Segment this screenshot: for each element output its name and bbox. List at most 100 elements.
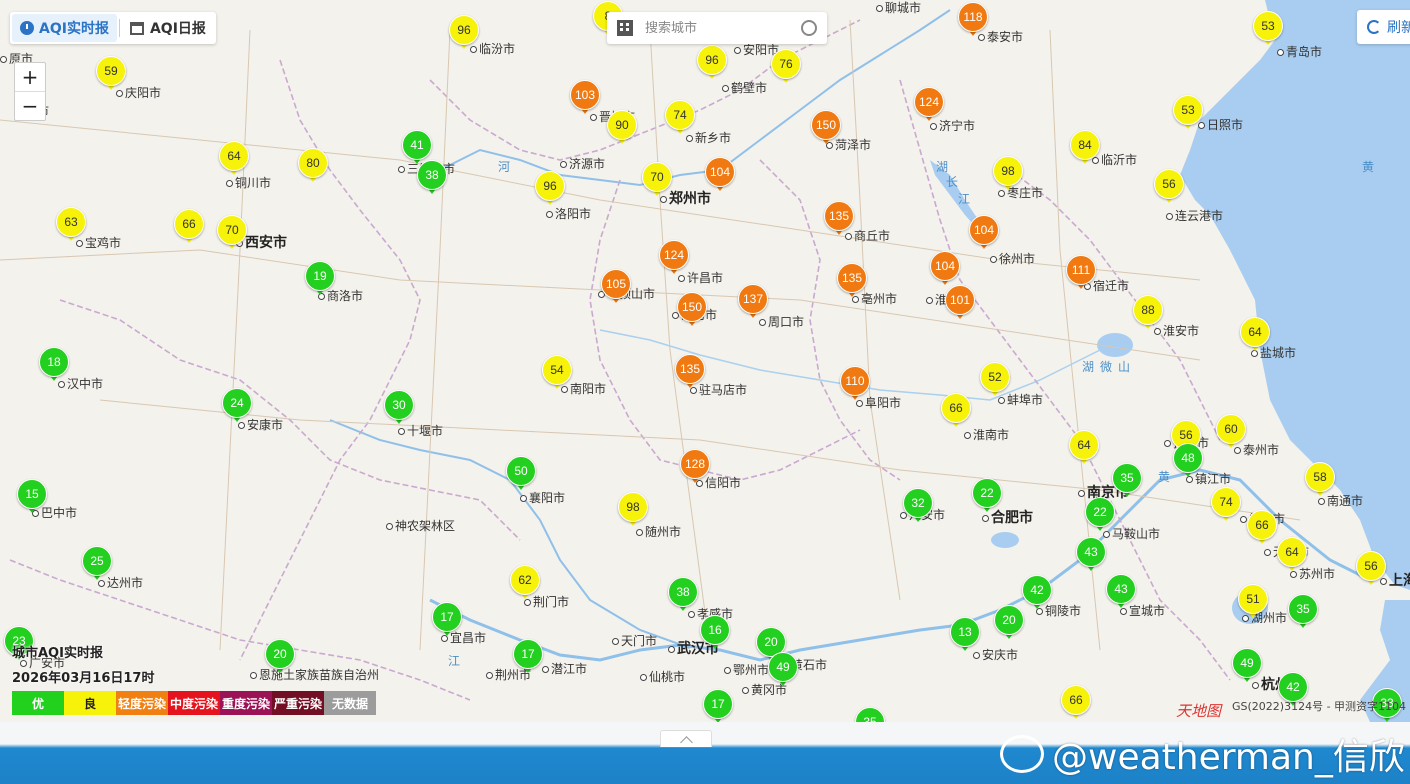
aqi-marker[interactable]: 135 xyxy=(675,354,705,392)
zoom-out-button[interactable]: − xyxy=(15,91,45,120)
aqi-marker[interactable]: 50 xyxy=(506,456,536,494)
aqi-value: 51 xyxy=(1238,584,1268,614)
water-label: 山 xyxy=(1118,360,1131,374)
aqi-marker[interactable]: 17 xyxy=(703,689,733,722)
aqi-marker[interactable]: 20 xyxy=(994,605,1024,643)
aqi-marker[interactable]: 17 xyxy=(432,602,462,640)
tab-aqi-daily[interactable]: AQI日报 xyxy=(122,14,214,42)
aqi-marker[interactable]: 30 xyxy=(384,390,414,428)
aqi-value: 90 xyxy=(607,110,637,140)
aqi-marker[interactable]: 124 xyxy=(659,240,689,278)
aqi-marker[interactable]: 105 xyxy=(601,269,631,307)
aqi-marker[interactable]: 60 xyxy=(1216,414,1246,452)
aqi-marker[interactable]: 63 xyxy=(56,207,86,245)
aqi-marker[interactable]: 38 xyxy=(417,160,447,198)
aqi-marker[interactable]: 66 xyxy=(174,209,204,247)
aqi-marker[interactable]: 64 xyxy=(1069,430,1099,468)
zoom-in-button[interactable]: + xyxy=(15,63,45,91)
aqi-marker[interactable]: 64 xyxy=(219,141,249,179)
aqi-marker[interactable]: 104 xyxy=(930,251,960,289)
aqi-marker[interactable]: 90 xyxy=(607,110,637,148)
aqi-marker[interactable]: 56 xyxy=(1154,169,1184,207)
search-icon[interactable] xyxy=(801,20,817,36)
aqi-marker[interactable]: 96 xyxy=(697,45,727,83)
aqi-marker[interactable]: 96 xyxy=(535,171,565,209)
aqi-marker[interactable]: 101 xyxy=(945,285,975,323)
aqi-marker[interactable]: 25 xyxy=(82,546,112,584)
aqi-marker[interactable]: 24 xyxy=(222,388,252,426)
aqi-marker[interactable]: 49 xyxy=(768,652,798,690)
aqi-marker[interactable]: 17 xyxy=(513,639,543,677)
collapse-panel-button[interactable] xyxy=(660,730,712,749)
aqi-marker[interactable]: 74 xyxy=(1211,487,1241,525)
city-dot-icon xyxy=(636,529,643,536)
aqi-marker[interactable]: 38 xyxy=(668,577,698,615)
aqi-marker[interactable]: 110 xyxy=(840,366,870,404)
aqi-marker[interactable]: 43 xyxy=(1106,574,1136,612)
aqi-value: 103 xyxy=(570,80,600,110)
aqi-marker[interactable]: 135 xyxy=(837,263,867,301)
aqi-marker[interactable]: 150 xyxy=(677,292,707,330)
aqi-marker[interactable]: 54 xyxy=(542,355,572,393)
aqi-marker[interactable]: 16 xyxy=(700,615,730,653)
aqi-marker[interactable]: 18 xyxy=(39,347,69,385)
aqi-value: 17 xyxy=(432,602,462,632)
aqi-marker[interactable]: 35 xyxy=(1112,463,1142,501)
city-name: 济宁市 xyxy=(939,119,976,133)
aqi-marker[interactable]: 22 xyxy=(972,478,1002,516)
aqi-marker[interactable]: 48 xyxy=(1173,443,1203,481)
aqi-marker[interactable]: 19 xyxy=(305,261,335,299)
search-input[interactable] xyxy=(643,19,797,37)
aqi-marker[interactable]: 53 xyxy=(1253,11,1283,49)
aqi-marker[interactable]: 56 xyxy=(1356,551,1386,589)
aqi-marker[interactable]: 104 xyxy=(969,215,999,253)
aqi-marker[interactable]: 70 xyxy=(642,162,672,200)
aqi-marker[interactable]: 13 xyxy=(950,617,980,655)
aqi-marker[interactable]: 66 xyxy=(941,393,971,431)
city-dot-icon xyxy=(486,672,493,679)
aqi-marker[interactable]: 80 xyxy=(298,148,328,186)
aqi-marker[interactable]: 58 xyxy=(1305,462,1335,500)
aqi-marker[interactable]: 84 xyxy=(1070,130,1100,168)
aqi-marker[interactable]: 20 xyxy=(265,639,295,677)
refresh-button[interactable]: 刷新 xyxy=(1357,10,1410,44)
aqi-value: 70 xyxy=(217,215,247,245)
tab-aqi-realtime[interactable]: AQI实时报 xyxy=(12,14,117,42)
aqi-marker[interactable]: 137 xyxy=(738,284,768,322)
aqi-marker[interactable]: 35 xyxy=(855,707,885,722)
aqi-marker[interactable]: 96 xyxy=(449,15,479,53)
aqi-marker[interactable]: 35 xyxy=(1288,594,1318,632)
aqi-marker[interactable]: 98 xyxy=(618,492,648,530)
aqi-marker[interactable]: 98 xyxy=(993,156,1023,194)
aqi-marker[interactable]: 150 xyxy=(811,110,841,148)
aqi-marker[interactable]: 64 xyxy=(1240,317,1270,355)
aqi-marker[interactable]: 42 xyxy=(1022,575,1052,613)
aqi-marker[interactable]: 32 xyxy=(903,488,933,526)
aqi-marker[interactable]: 124 xyxy=(914,87,944,125)
aqi-marker[interactable]: 52 xyxy=(980,362,1010,400)
aqi-marker[interactable]: 49 xyxy=(1232,648,1262,686)
aqi-marker[interactable]: 76 xyxy=(771,49,801,87)
aqi-marker[interactable]: 111 xyxy=(1066,255,1096,293)
aqi-marker[interactable]: 88 xyxy=(1133,295,1163,333)
aqi-value: 32 xyxy=(903,488,933,518)
aqi-marker[interactable]: 103 xyxy=(570,80,600,118)
aqi-marker[interactable]: 64 xyxy=(1277,537,1307,575)
aqi-marker[interactable]: 62 xyxy=(510,565,540,603)
aqi-marker[interactable]: 15 xyxy=(17,479,47,517)
aqi-marker[interactable]: 74 xyxy=(665,100,695,138)
aqi-marker[interactable]: 51 xyxy=(1238,584,1268,622)
aqi-marker[interactable]: 53 xyxy=(1173,95,1203,133)
aqi-marker[interactable]: 43 xyxy=(1076,537,1106,575)
aqi-marker[interactable]: 135 xyxy=(824,201,854,239)
aqi-marker[interactable]: 104 xyxy=(705,157,735,195)
map-canvas[interactable]: 黄 河 湖 微 山 湖 长 江 黄 江 原市 临汾市 安阳市 聊城市 泰安市 青岛市 庆阳市… xyxy=(0,0,1410,722)
aqi-value: 104 xyxy=(705,157,735,187)
aqi-marker[interactable]: 66 xyxy=(1247,510,1277,548)
aqi-marker[interactable]: 128 xyxy=(680,449,710,487)
aqi-marker[interactable]: 22 xyxy=(1085,497,1115,535)
aqi-marker[interactable]: 118 xyxy=(958,2,988,40)
aqi-marker[interactable]: 59 xyxy=(96,56,126,94)
aqi-marker[interactable]: 66 xyxy=(1061,685,1091,722)
aqi-marker[interactable]: 70 xyxy=(217,215,247,253)
